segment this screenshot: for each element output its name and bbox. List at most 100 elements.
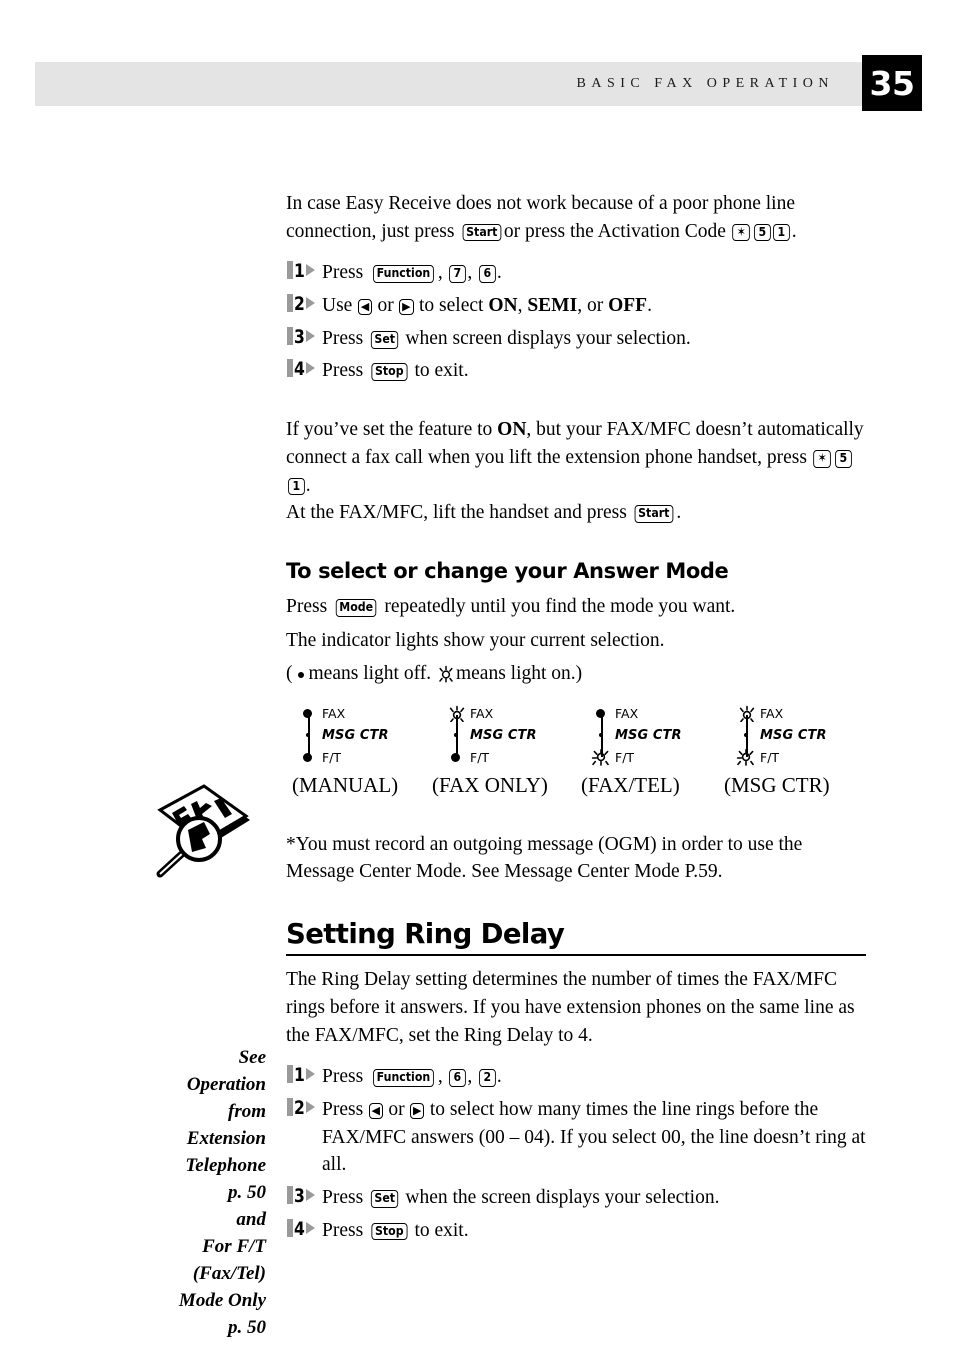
triangle-right-icon: ▶ bbox=[402, 300, 411, 314]
indicator-label: FAX bbox=[322, 705, 346, 721]
easy-receive-steps: 1 Press Function, 7, 6. 2 Use ◀ or ▶ to … bbox=[286, 259, 866, 385]
step-item: 3 Press Set when the screen displays you… bbox=[286, 1184, 866, 1212]
main-content: In case Easy Receive does not work becau… bbox=[286, 190, 866, 1249]
step-item: 2 Use ◀ or ▶ to select ON, SEMI, or OFF. bbox=[286, 292, 866, 320]
footnote-line2: Mode. See Message Center Mode P.59. bbox=[415, 861, 723, 883]
key-star[interactable]: ✶ bbox=[732, 223, 751, 242]
step-number: 3 bbox=[294, 1185, 305, 1207]
indicator-row-msgctr: MSG CTR bbox=[444, 727, 537, 744]
step-marker: 4 bbox=[286, 1218, 316, 1240]
margin-note-line: (Fax/Tel) bbox=[192, 1262, 266, 1284]
indicator-row-fax: FAX bbox=[734, 705, 783, 722]
comma: , bbox=[517, 295, 523, 317]
key-stop[interactable]: Stop bbox=[370, 363, 407, 382]
key-arrow-right[interactable]: ▶ bbox=[410, 1102, 425, 1119]
key-arrow-right[interactable]: ▶ bbox=[399, 299, 414, 315]
margin-note-line: Operation bbox=[186, 1073, 266, 1095]
indicator-group-msg-ctr: FAX MSG CTR F/T (MSG CTR) bbox=[724, 703, 884, 797]
key-start[interactable]: Start bbox=[462, 223, 501, 242]
intro-line-b-pre: press bbox=[414, 220, 455, 242]
key-6[interactable]: 6 bbox=[478, 265, 496, 284]
answer-mode-heading: To select or change your Answer Mode bbox=[286, 558, 729, 583]
key-1[interactable]: 1 bbox=[287, 477, 305, 496]
indicator-label: MSG CTR bbox=[322, 727, 389, 743]
step-flag-left-icon bbox=[287, 326, 293, 345]
lamp-off-small-icon bbox=[296, 727, 322, 744]
step-flag-right-icon bbox=[306, 1100, 315, 1113]
indicator-label: MSG CTR bbox=[470, 727, 537, 743]
step-flag-right-icon bbox=[306, 1189, 315, 1201]
key-5[interactable]: 5 bbox=[753, 223, 771, 242]
indicator-label: MSG CTR bbox=[760, 727, 827, 743]
indicator-mode-label: (FAX/TEL) bbox=[581, 772, 680, 797]
key-function[interactable]: Function bbox=[372, 265, 434, 284]
note-line2-b: . bbox=[305, 474, 311, 496]
key-stop[interactable]: Stop bbox=[370, 1222, 407, 1241]
key-arrow-left[interactable]: ◀ bbox=[368, 1102, 384, 1119]
triangle-left-icon: ◀ bbox=[371, 1103, 381, 1117]
key-2[interactable]: 2 bbox=[478, 1069, 496, 1087]
ring-delay-heading: Setting Ring Delay bbox=[286, 918, 565, 950]
key-set[interactable]: Set bbox=[370, 1190, 399, 1208]
step-marker: 4 bbox=[286, 358, 316, 380]
answer-mode-line1-pre: Press bbox=[286, 595, 328, 617]
key-set[interactable]: Set bbox=[370, 330, 399, 349]
option-semi: SEMI bbox=[527, 295, 578, 317]
step-flag-right-icon bbox=[306, 264, 315, 277]
key-arrow-left[interactable]: ◀ bbox=[357, 299, 373, 315]
triangle-left-icon: ◀ bbox=[360, 300, 370, 314]
indicator-group-fax-tel: FAX MSG CTR F/T (FAX/TEL) bbox=[581, 703, 739, 797]
step-number: 2 bbox=[294, 1096, 305, 1119]
key-function[interactable]: Function bbox=[372, 1069, 434, 1087]
step-text-pre: Press bbox=[322, 1098, 364, 1120]
step-flag-left-icon bbox=[287, 1065, 293, 1084]
indicator-label: F/T bbox=[615, 749, 635, 765]
key-mode[interactable]: Mode bbox=[335, 598, 377, 617]
ring-delay-body: The Ring Delay setting determines the nu… bbox=[286, 966, 866, 1049]
margin-note-line: and bbox=[236, 1208, 266, 1230]
step-flag-left-icon bbox=[287, 1186, 293, 1204]
page-number-badge: 35 bbox=[862, 55, 922, 111]
fyi-icon bbox=[146, 784, 256, 879]
margin-note-line: p. 50 bbox=[228, 1316, 266, 1338]
step-text-post: . bbox=[496, 1066, 502, 1088]
key-start[interactable]: Start bbox=[634, 505, 674, 523]
key-star[interactable]: ✶ bbox=[813, 449, 832, 468]
lamp-off-icon bbox=[444, 749, 470, 766]
step-flag-left-icon bbox=[287, 1218, 293, 1237]
lamp-off-icon bbox=[296, 749, 322, 766]
key-7[interactable]: 7 bbox=[449, 265, 466, 284]
option-on: ON bbox=[488, 295, 518, 317]
step-flag-left-icon bbox=[287, 1097, 293, 1116]
note-line3-a: At the FAX/MFC, lift the handset and pre… bbox=[286, 502, 627, 524]
key-6[interactable]: 6 bbox=[449, 1069, 466, 1087]
step-marker: 1 bbox=[286, 1064, 316, 1086]
intro-paragraph: In case Easy Receive does not work becau… bbox=[286, 190, 866, 245]
indicator-label: FAX bbox=[470, 705, 494, 721]
indicator-stack: FAX MSG CTR F/T bbox=[296, 703, 446, 765]
step-item: 1 Press Function, 7, 6. bbox=[286, 259, 866, 287]
key-1[interactable]: 1 bbox=[773, 223, 791, 242]
margin-note-line: Extension bbox=[186, 1127, 266, 1149]
margin-note-line: Telephone bbox=[185, 1154, 266, 1176]
step-text-pre: Press bbox=[322, 1219, 364, 1241]
indicator-row-fax: FAX bbox=[589, 705, 638, 722]
indicator-label: F/T bbox=[760, 749, 780, 765]
triangle-right-icon: ▶ bbox=[413, 1103, 422, 1117]
step-text-pre: Press bbox=[322, 262, 364, 284]
step-text-post: to exit. bbox=[414, 1219, 469, 1241]
step-sep: , bbox=[467, 1066, 473, 1088]
lamp-off-icon bbox=[296, 705, 322, 722]
key-5[interactable]: 5 bbox=[834, 449, 852, 468]
step-text-mid: or bbox=[377, 295, 394, 317]
step-text-post: when screen displays your selection. bbox=[405, 327, 691, 349]
option-off: OFF bbox=[608, 295, 648, 317]
step-flag-right-icon bbox=[306, 329, 315, 342]
indicator-stack: FAX MSG CTR F/T bbox=[444, 703, 594, 765]
lamp-on-icon bbox=[444, 705, 470, 722]
lamp-off-icon bbox=[293, 661, 309, 689]
step-text-post-a: to select bbox=[419, 295, 484, 317]
note-line2-a: a fax call when you lift the extension p… bbox=[351, 446, 807, 468]
step-sep: , bbox=[437, 262, 443, 284]
step-text-post: to exit. bbox=[414, 360, 469, 382]
